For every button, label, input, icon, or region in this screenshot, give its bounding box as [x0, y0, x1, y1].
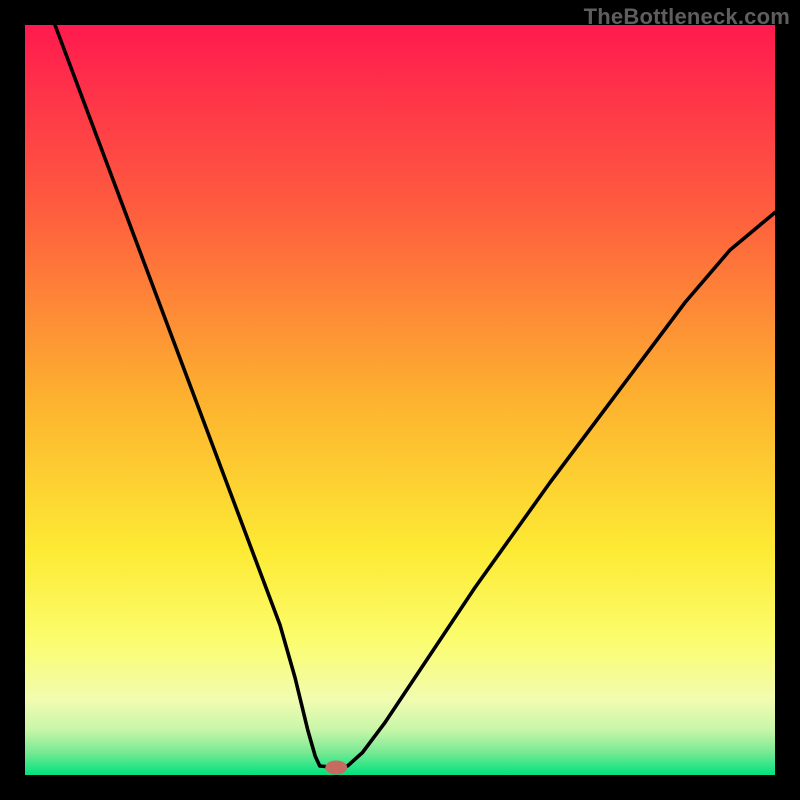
watermark-text: TheBottleneck.com	[584, 4, 790, 30]
chart-frame: TheBottleneck.com	[0, 0, 800, 800]
optimal-point-marker	[325, 761, 347, 775]
bottleneck-curve-chart	[25, 25, 775, 775]
plot-area	[25, 25, 775, 775]
gradient-background	[25, 25, 775, 775]
